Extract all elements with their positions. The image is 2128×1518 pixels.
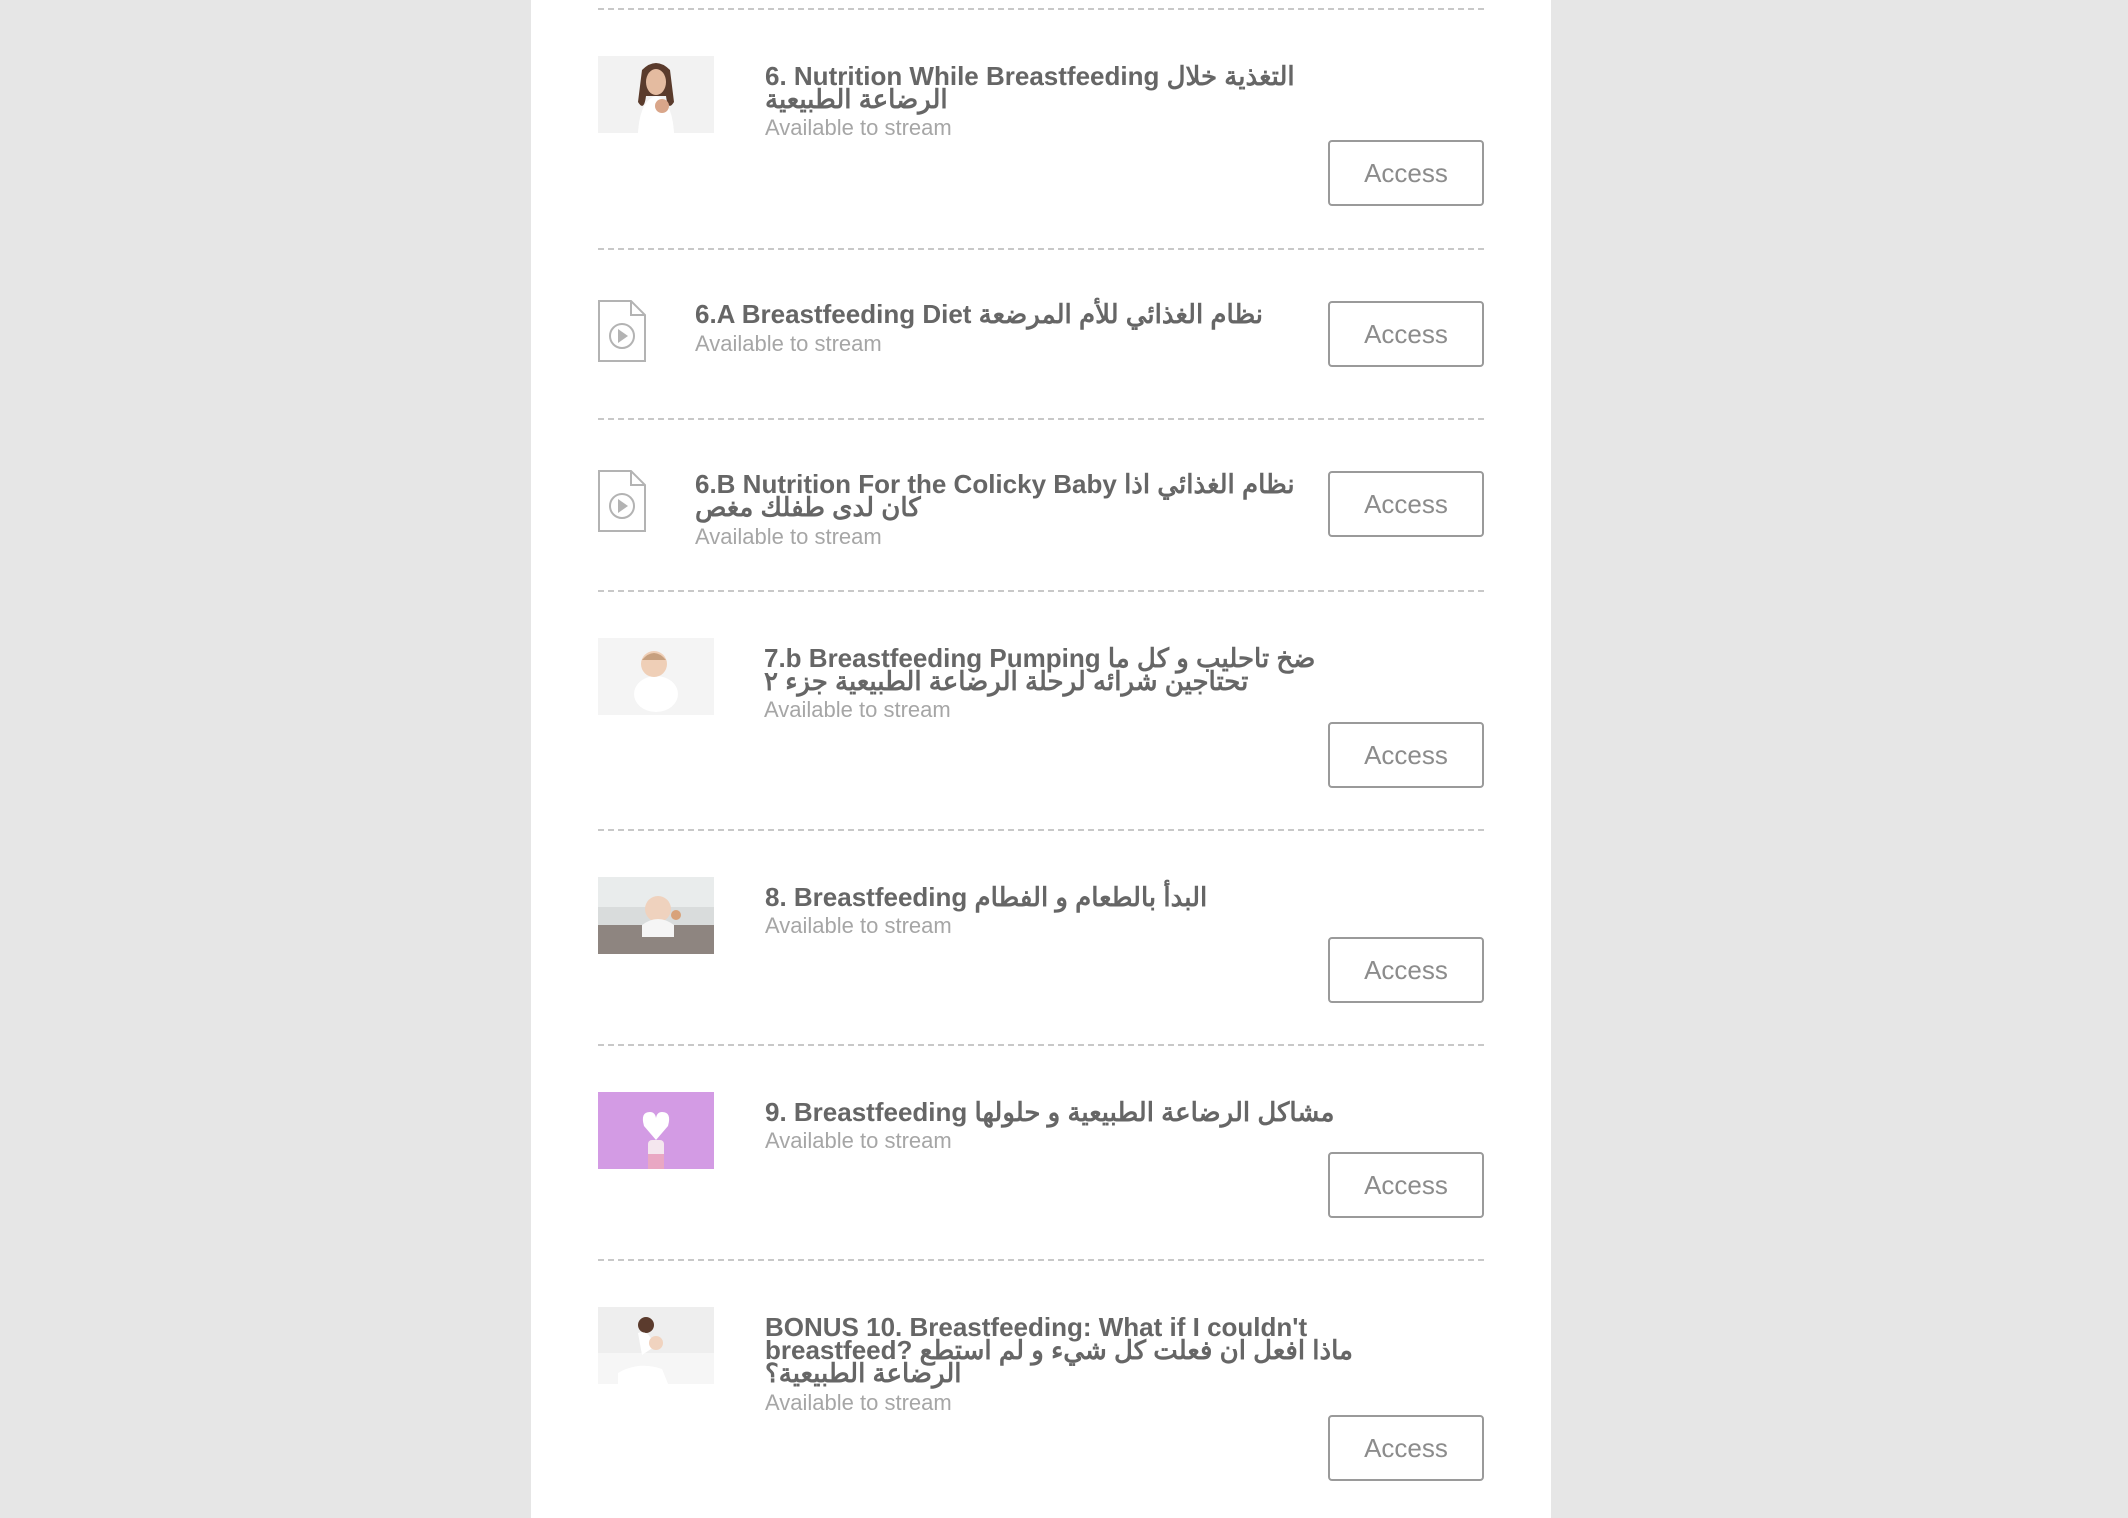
lesson-status: Available to stream <box>765 1128 952 1153</box>
lesson-item: BONUS 10. Breastfeeding: What if I could… <box>598 1307 1484 1483</box>
lesson-title[interactable]: 9. Breastfeeding مشاكل الرضاعة الطبيعية … <box>765 1099 1375 1125</box>
lesson-thumbnail[interactable] <box>598 638 714 715</box>
lesson-status: Available to stream <box>765 913 952 938</box>
lesson-status: Available to stream <box>765 1390 952 1415</box>
video-file-icon[interactable] <box>598 470 646 532</box>
lesson-item: 6. Nutrition While Breastfeeding التغذية… <box>598 56 1484 209</box>
lesson-thumbnail[interactable] <box>598 877 714 954</box>
lesson-item: 9. Breastfeeding مشاكل الرضاعة الطبيعية … <box>598 1092 1484 1220</box>
lesson-title[interactable]: 6. Nutrition While Breastfeeding التغذية… <box>765 63 1375 112</box>
lesson-status: Available to stream <box>695 524 882 549</box>
access-button[interactable]: Access <box>1328 301 1484 367</box>
access-button[interactable]: Access <box>1328 1152 1484 1218</box>
video-file-icon[interactable] <box>598 300 646 362</box>
access-button[interactable]: Access <box>1328 471 1484 537</box>
divider <box>598 418 1484 420</box>
divider <box>598 590 1484 592</box>
lesson-status: Available to stream <box>765 115 952 140</box>
lesson-status: Available to stream <box>695 331 882 356</box>
lesson-thumbnail[interactable] <box>598 56 714 133</box>
lesson-item: 7.b Breastfeeding Pumping ضخ تاحليب و كل… <box>598 638 1484 790</box>
divider <box>598 1259 1484 1261</box>
lesson-item: 6.B Nutrition For the Colicky Baby نظام … <box>598 470 1484 556</box>
lesson-title[interactable]: 6.A Breastfeeding Diet نظام الغذائي للأم… <box>695 301 1295 327</box>
divider <box>598 1044 1484 1046</box>
lesson-title[interactable]: 7.b Breastfeeding Pumping ضخ تاحليب و كل… <box>764 645 1374 694</box>
divider <box>598 829 1484 831</box>
lesson-thumbnail[interactable] <box>598 1307 714 1384</box>
lesson-status: Available to stream <box>764 697 951 722</box>
access-button[interactable]: Access <box>1328 140 1484 206</box>
lesson-title[interactable]: 6.B Nutrition For the Colicky Baby نظام … <box>695 471 1295 520</box>
lesson-thumbnail[interactable] <box>598 1092 714 1169</box>
access-button[interactable]: Access <box>1328 937 1484 1003</box>
course-content-panel: 6. Nutrition While Breastfeeding التغذية… <box>531 0 1551 1518</box>
lesson-title[interactable]: 8. Breastfeeding البدأ بالطعام و الفطام <box>765 884 1375 910</box>
divider <box>598 8 1484 10</box>
access-button[interactable]: Access <box>1328 722 1484 788</box>
divider <box>598 248 1484 250</box>
lesson-title[interactable]: BONUS 10. Breastfeeding: What if I could… <box>765 1314 1375 1386</box>
lesson-item: 6.A Breastfeeding Diet نظام الغذائي للأم… <box>598 300 1484 369</box>
access-button[interactable]: Access <box>1328 1415 1484 1481</box>
lesson-item: 8. Breastfeeding البدأ بالطعام و الفطام … <box>598 877 1484 1005</box>
